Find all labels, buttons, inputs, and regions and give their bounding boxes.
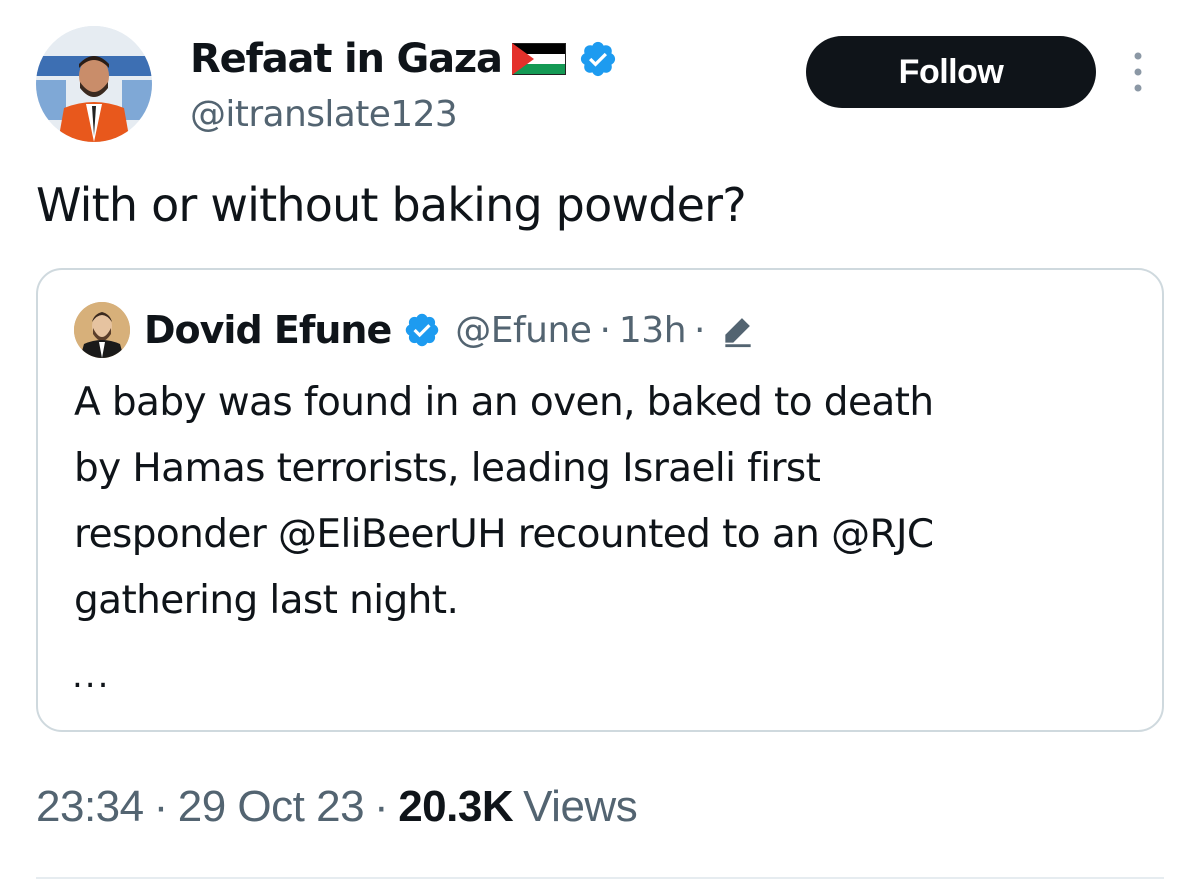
verified-badge-icon[interactable] bbox=[578, 39, 618, 79]
author-block: Refaat in Gaza @itranslate123 bbox=[190, 30, 618, 135]
views-label: Views bbox=[523, 782, 638, 831]
quoted-text-ellipsis: ... bbox=[72, 656, 111, 696]
display-name-row: Refaat in Gaza bbox=[190, 30, 618, 88]
quoted-text-line: responder @EliBeerUH recounted to an @RJ… bbox=[74, 512, 934, 557]
author-handle[interactable]: @itranslate123 bbox=[190, 94, 618, 135]
meta-separator-2: · bbox=[374, 782, 389, 831]
quoted-author-name: Dovid Efune bbox=[144, 308, 392, 352]
quoted-tweet-header: Dovid Efune @Efune · 13h · bbox=[74, 302, 757, 358]
more-options-icon[interactable] bbox=[1130, 50, 1146, 94]
author-avatar[interactable] bbox=[36, 26, 152, 142]
quoted-text-line: by Hamas terrorists, leading Israeli fir… bbox=[74, 446, 821, 491]
quoted-text-line: gathering last night. bbox=[74, 578, 459, 623]
tweet-container: Refaat in Gaza @itranslate123 Follow Wit… bbox=[0, 0, 1200, 884]
quoted-separator: · bbox=[599, 309, 611, 351]
edited-pencil-icon bbox=[725, 318, 752, 348]
quoted-author-avatar bbox=[74, 302, 130, 358]
quoted-separator-2: · bbox=[694, 309, 706, 351]
meta-separator: · bbox=[153, 782, 169, 831]
views-count: 20.3K bbox=[398, 782, 514, 831]
quoted-tweet-card[interactable]: Dovid Efune @Efune · 13h · A baby was fo… bbox=[36, 268, 1164, 732]
quoted-timestamp: 13h bbox=[618, 309, 687, 351]
quoted-tweet-text: A baby was found in an oven, baked to de… bbox=[74, 370, 934, 634]
tweet-meta: 23:34 · 29 Oct 23 · 20.3K Views bbox=[36, 782, 638, 832]
quoted-author-handle: @Efune bbox=[455, 309, 592, 351]
palestine-flag-icon bbox=[511, 43, 566, 75]
tweet-text: With or without baking powder? bbox=[36, 178, 747, 232]
follow-button[interactable]: Follow bbox=[806, 36, 1096, 108]
quoted-text-line: A baby was found in an oven, baked to de… bbox=[74, 380, 934, 425]
tweet-time[interactable]: 23:34 bbox=[36, 782, 144, 832]
quoted-verified-badge-icon bbox=[406, 313, 439, 347]
tweet-date[interactable]: 29 Oct 23 bbox=[178, 782, 365, 832]
divider bbox=[36, 877, 1164, 879]
author-display-name[interactable]: Refaat in Gaza bbox=[190, 36, 503, 82]
